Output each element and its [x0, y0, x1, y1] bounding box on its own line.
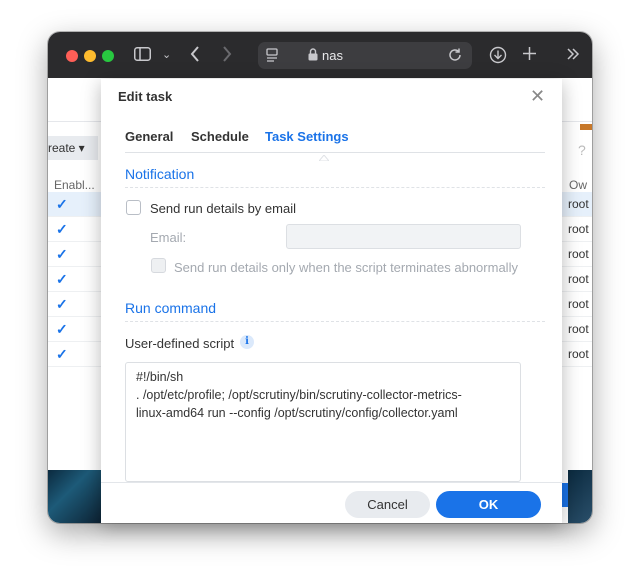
dialog-title: Edit task [118, 89, 173, 104]
create-button[interactable]: reate ▾ [48, 136, 98, 160]
overflow-chevrons-icon[interactable] [566, 47, 580, 65]
edit-task-dialog: Edit task ✕ General Schedule Task Settin… [101, 79, 562, 523]
owner-cell: root [568, 272, 589, 286]
email-field[interactable] [286, 224, 521, 249]
reload-icon[interactable] [448, 48, 462, 66]
close-window-button[interactable] [66, 50, 78, 62]
abnormal-only-checkbox[interactable] [151, 258, 166, 273]
notification-section-title: Notification [125, 166, 195, 182]
tab-general[interactable]: General [125, 129, 173, 144]
check-icon[interactable]: ✓ [56, 222, 70, 236]
run-command-section-title: Run command [125, 300, 217, 316]
script-line: . /opt/etc/profile; /opt/scrutiny/bin/sc… [136, 388, 462, 402]
background-accent [580, 124, 592, 130]
check-icon[interactable]: ✓ [56, 297, 70, 311]
check-icon[interactable]: ✓ [56, 322, 70, 336]
owner-cell: root [568, 347, 589, 361]
minimize-window-button[interactable] [84, 50, 96, 62]
owner-cell: root [568, 197, 589, 211]
check-icon[interactable]: ✓ [56, 347, 70, 361]
lock-icon [308, 48, 318, 65]
help-icon[interactable]: ? [578, 142, 586, 158]
section-divider [125, 321, 545, 322]
active-tab-indicator [317, 148, 331, 162]
cancel-button[interactable]: Cancel [345, 491, 430, 518]
tab-schedule[interactable]: Schedule [191, 129, 249, 144]
send-email-label: Send run details by email [150, 201, 296, 216]
owner-cell: root [568, 247, 589, 261]
zoom-window-button[interactable] [102, 50, 114, 62]
owner-cell: root [568, 322, 589, 336]
forward-arrow-icon[interactable] [222, 46, 232, 66]
tab-task-settings[interactable]: Task Settings [265, 129, 349, 144]
chevron-down-icon[interactable]: ⌄ [162, 47, 171, 63]
script-line: linux-amd64 run --config /opt/scrutiny/c… [136, 406, 458, 420]
url-text: nas [322, 48, 343, 63]
ok-button[interactable]: OK [436, 491, 541, 518]
email-label: Email: [150, 230, 187, 245]
background-image [48, 470, 101, 523]
script-label: User-defined script [125, 336, 235, 351]
sidebar-icon[interactable] [134, 47, 151, 65]
section-divider [125, 187, 545, 188]
background-image-right [568, 470, 592, 523]
info-icon[interactable]: i [240, 335, 254, 349]
abnormal-only-label: Send run details only when the script te… [174, 260, 518, 275]
check-icon[interactable]: ✓ [56, 197, 70, 211]
owner-cell: root [568, 297, 589, 311]
send-email-checkbox[interactable] [126, 200, 141, 215]
check-icon[interactable]: ✓ [56, 272, 70, 286]
page-menu-icon[interactable] [266, 48, 278, 66]
new-tab-icon[interactable] [522, 46, 537, 65]
download-icon[interactable] [489, 46, 507, 68]
owner-cell: root [568, 222, 589, 236]
tab-bar: General Schedule Task Settings [125, 129, 545, 162]
back-arrow-icon[interactable] [190, 46, 200, 66]
script-textarea[interactable]: #!/bin/sh . /opt/etc/profile; /opt/scrut… [125, 362, 521, 482]
dialog-footer: Cancel OK [101, 482, 562, 523]
script-line: #!/bin/sh [136, 370, 184, 384]
close-icon[interactable]: ✕ [530, 87, 545, 105]
browser-toolbar: ⌄ nas [48, 32, 592, 78]
check-icon[interactable]: ✓ [56, 247, 70, 261]
address-bar[interactable]: nas [258, 42, 472, 69]
